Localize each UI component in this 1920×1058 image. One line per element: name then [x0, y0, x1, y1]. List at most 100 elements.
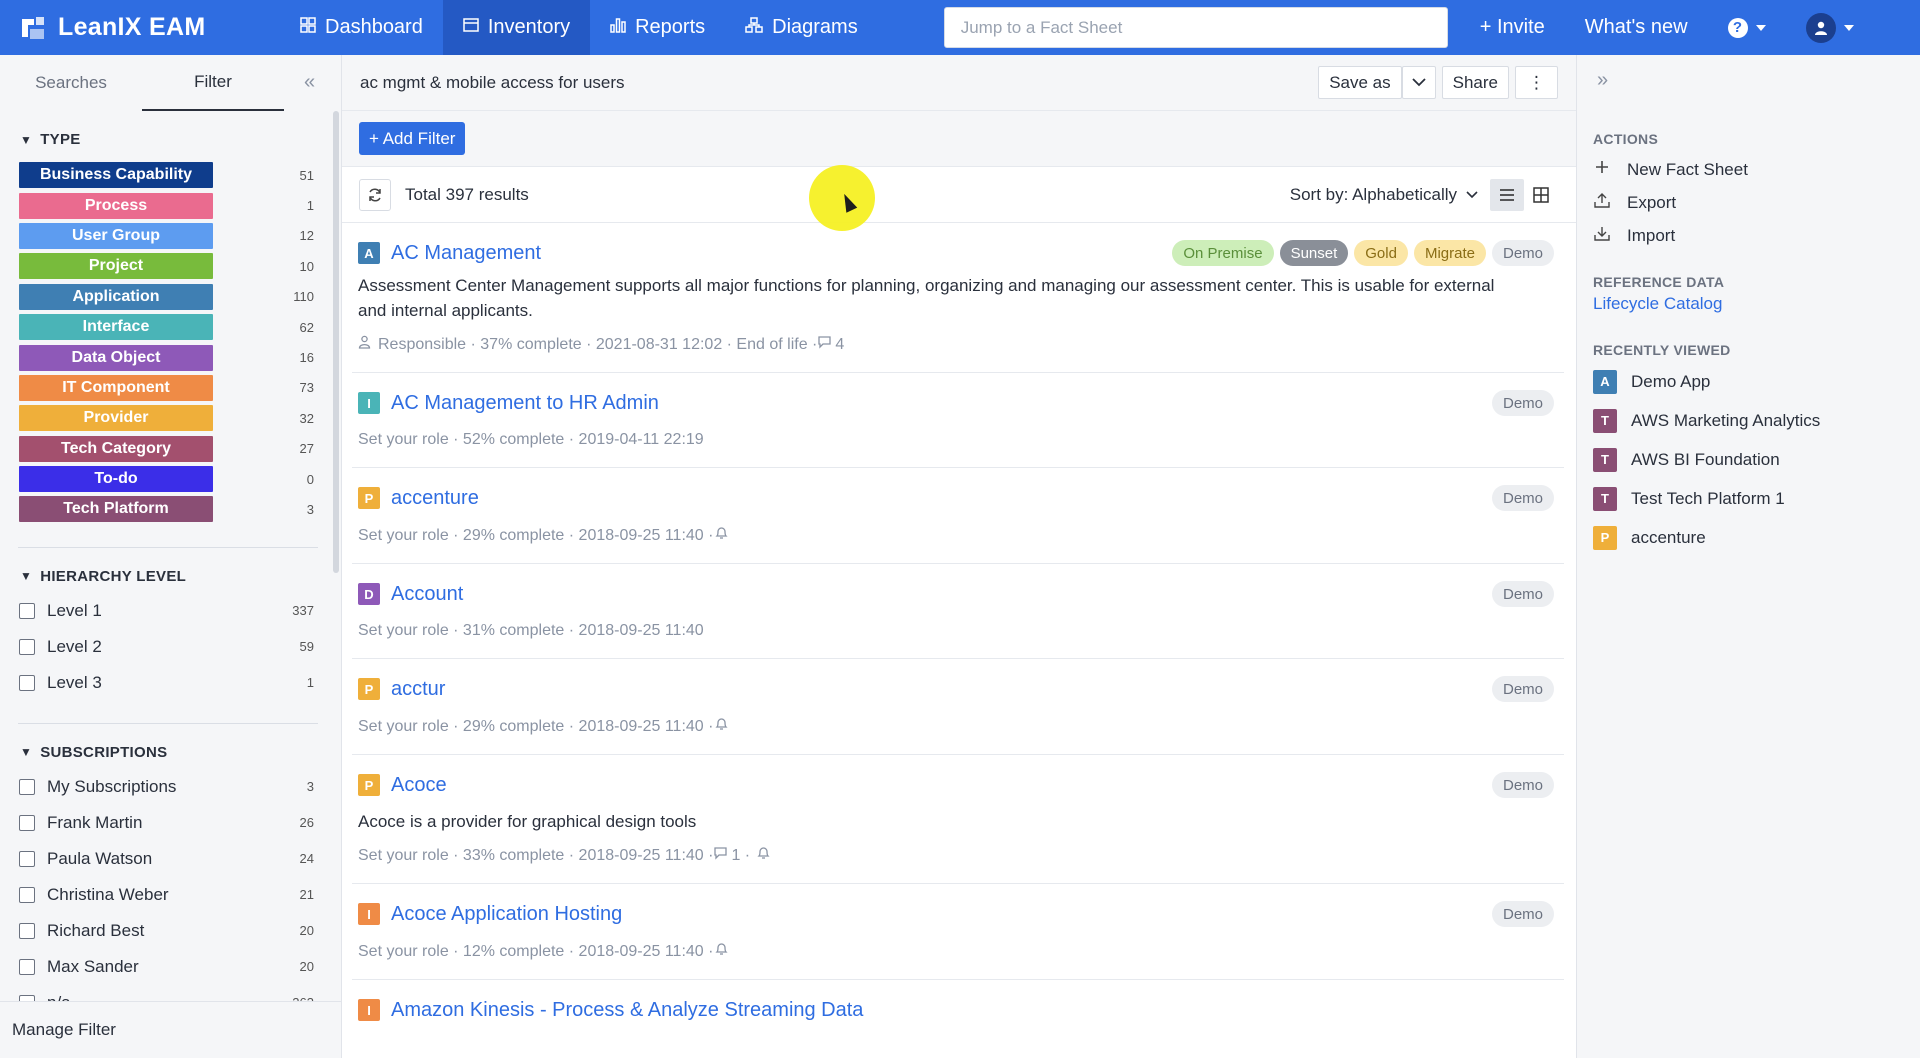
type-filter-row[interactable]: Tech Platform 3	[0, 494, 342, 524]
tag-badge[interactable]: Demo	[1491, 485, 1554, 511]
recently-viewed-item[interactable]: T AWS Marketing Analytics	[1593, 401, 1920, 440]
lifecycle-catalog-link[interactable]: Lifecycle Catalog	[1593, 294, 1920, 314]
fact-sheet-name-link[interactable]: Account	[391, 583, 463, 606]
nav-dashboard[interactable]: Dashboard	[280, 0, 443, 55]
add-filter-button[interactable]: + Add Filter	[359, 122, 466, 155]
checkbox[interactable]	[19, 958, 35, 975]
action-import[interactable]: Import	[1593, 219, 1920, 252]
expand-panel-icon[interactable]: »	[1597, 69, 1608, 92]
type-filter-pill[interactable]: Business Capability	[19, 162, 213, 189]
type-filter-pill[interactable]: Tech Platform	[19, 496, 213, 523]
type-filter-pill[interactable]: Data Object	[19, 344, 213, 371]
sort-dropdown[interactable]: Sort by: Alphabetically	[1290, 185, 1478, 205]
fact-sheet-name-link[interactable]: Acoce	[391, 774, 447, 797]
hierarchy-section-toggle[interactable]: ▼ HIERARCHY LEVEL	[20, 568, 342, 585]
subscription-option[interactable]: Frank Martin 26	[0, 805, 342, 841]
fact-sheet-search-input[interactable]	[960, 17, 1447, 38]
user-menu[interactable]	[1786, 0, 1874, 55]
type-filter-pill[interactable]: User Group	[19, 222, 213, 249]
type-filter-pill[interactable]: Application	[19, 283, 213, 310]
type-filter-row[interactable]: Tech Category 27	[0, 434, 342, 464]
tag-badge[interactable]: Demo	[1491, 390, 1554, 416]
type-filter-row[interactable]: User Group 12	[0, 221, 342, 251]
subscription-option[interactable]: My Subscriptions 3	[0, 769, 342, 805]
type-filter-pill[interactable]: Tech Category	[19, 435, 213, 462]
type-filter-row[interactable]: To-do 0	[0, 464, 342, 494]
checkbox[interactable]	[19, 638, 35, 655]
type-filter-row[interactable]: Data Object 16	[0, 342, 342, 372]
type-filter-pill[interactable]: IT Component	[19, 374, 213, 401]
more-options-button[interactable]: ⋮	[1515, 66, 1558, 99]
bell-icon[interactable]	[757, 846, 770, 865]
type-filter-pill[interactable]: Process	[19, 192, 213, 219]
action-export[interactable]: Export	[1593, 186, 1920, 219]
tag-badge[interactable]: Demo	[1491, 772, 1554, 798]
subscriptions-section-toggle[interactable]: ▼ SUBSCRIPTIONS	[20, 744, 342, 761]
invite-button[interactable]: + Invite	[1460, 0, 1565, 55]
type-filter-row[interactable]: IT Component 73	[0, 373, 342, 403]
recently-viewed-item[interactable]: T Test Tech Platform 1	[1593, 479, 1920, 518]
subscription-option[interactable]: Max Sander 20	[0, 949, 342, 985]
nav-diagrams[interactable]: Diagrams	[725, 0, 878, 55]
fact-sheet-name-link[interactable]: accenture	[391, 487, 479, 510]
list-view-button[interactable]	[1490, 178, 1524, 211]
tag-badge[interactable]: Migrate	[1413, 240, 1486, 266]
help-menu[interactable]: ?	[1708, 0, 1786, 55]
checkbox[interactable]	[19, 922, 35, 939]
action-new-fact-sheet[interactable]: New Fact Sheet	[1593, 153, 1920, 186]
share-button[interactable]: Share	[1441, 66, 1509, 99]
fact-sheet-name-link[interactable]: Amazon Kinesis - Process & Analyze Strea…	[391, 999, 863, 1022]
tab-searches[interactable]: Searches	[0, 55, 142, 111]
tab-filter[interactable]: Filter	[142, 55, 284, 111]
bell-icon[interactable]	[715, 526, 729, 545]
tag-badge[interactable]: Demo	[1491, 676, 1554, 702]
subscription-option[interactable]: Christina Weber 21	[0, 877, 342, 913]
checkbox[interactable]	[19, 778, 35, 795]
checkbox[interactable]	[19, 850, 35, 867]
bell-icon[interactable]	[715, 717, 729, 736]
type-filter-pill[interactable]: To-do	[19, 466, 213, 493]
fact-sheet-search[interactable]	[943, 7, 1448, 48]
subscription-option[interactable]: Paula Watson 24	[0, 841, 342, 877]
tag-badge[interactable]: Demo	[1491, 240, 1554, 266]
fact-sheet-name-link[interactable]: acctur	[391, 678, 445, 701]
comments-icon[interactable]	[713, 846, 728, 865]
refresh-button[interactable]	[359, 178, 391, 211]
save-as-dropdown[interactable]	[1401, 66, 1436, 99]
checkbox[interactable]	[19, 674, 35, 691]
type-filter-pill[interactable]: Provider	[19, 405, 213, 432]
recently-viewed-item[interactable]: Paccenture	[1593, 518, 1920, 557]
fact-sheet-name-link[interactable]: AC Management to HR Admin	[391, 392, 659, 415]
hierarchy-level-option[interactable]: Level 1 337	[0, 593, 342, 629]
tag-badge[interactable]: Sunset	[1279, 240, 1349, 266]
subscription-option[interactable]: Richard Best 20	[0, 913, 342, 949]
type-filter-row[interactable]: Provider 32	[0, 403, 342, 433]
checkbox[interactable]	[19, 886, 35, 903]
table-view-button[interactable]	[1524, 179, 1558, 211]
type-filter-row[interactable]: Project 10	[0, 251, 342, 281]
tag-badge[interactable]: On Premise	[1172, 240, 1274, 266]
collapse-sidebar-icon[interactable]: «	[304, 71, 315, 94]
subscription-option[interactable]: n/a263	[0, 985, 342, 1001]
type-filter-pill[interactable]: Interface	[19, 314, 213, 341]
tag-badge[interactable]: Gold	[1354, 240, 1408, 266]
nav-inventory[interactable]: Inventory	[442, 0, 591, 55]
hierarchy-level-option[interactable]: Level 3 1	[0, 665, 342, 701]
type-filter-row[interactable]: Application 110	[0, 282, 342, 312]
tag-badge[interactable]: Demo	[1491, 581, 1554, 607]
save-as-button[interactable]: Save as	[1318, 66, 1402, 99]
type-filter-row[interactable]: Business Capability 51	[0, 160, 342, 190]
type-filter-pill[interactable]: Project	[19, 253, 213, 280]
whats-new-link[interactable]: What's new	[1565, 0, 1708, 55]
nav-reports[interactable]: Reports	[590, 0, 725, 55]
comments-icon[interactable]	[817, 335, 832, 354]
type-filter-row[interactable]: Interface 62	[0, 312, 342, 342]
recently-viewed-item[interactable]: T AWS BI Foundation	[1593, 440, 1920, 479]
fact-sheet-name-link[interactable]: AC Management	[391, 242, 541, 265]
fact-sheet-name-link[interactable]: Acoce Application Hosting	[391, 903, 622, 926]
checkbox[interactable]	[19, 602, 35, 619]
type-filter-row[interactable]: Process 1	[0, 190, 342, 220]
checkbox[interactable]	[19, 814, 35, 831]
recently-viewed-item[interactable]: A Demo App	[1593, 362, 1920, 401]
bell-icon[interactable]	[715, 942, 729, 961]
